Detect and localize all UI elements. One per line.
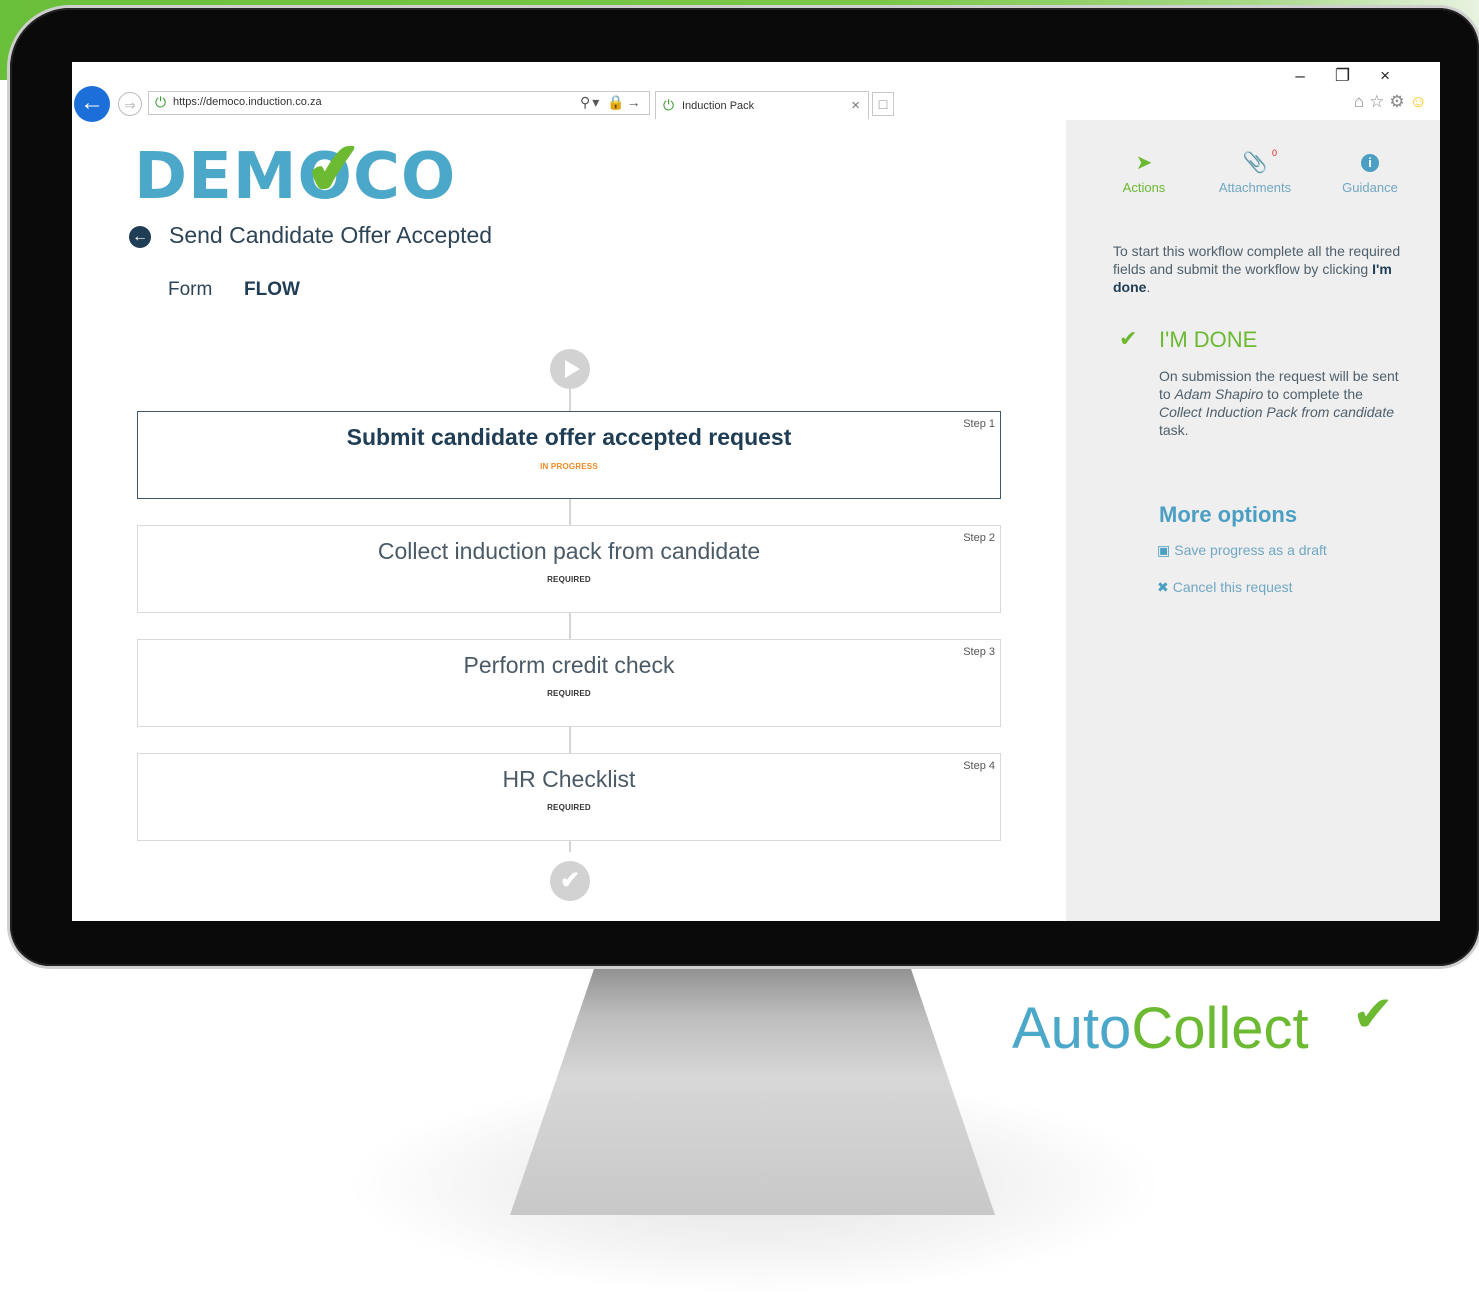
instructions-end: . (1146, 279, 1151, 295)
home-icon[interactable]: ⌂ (1354, 92, 1369, 111)
save-draft-label: Save progress as a draft (1174, 542, 1327, 558)
browser-forward-button[interactable]: ⇒ (118, 92, 142, 116)
assignee-name: Adam Shapiro (1174, 386, 1264, 402)
step-status: IN PROGRESS (540, 462, 598, 471)
step-number: Step 1 (963, 418, 995, 430)
checkmark-icon[interactable]: ✔ (1119, 326, 1137, 352)
tab-flow[interactable]: FLOW (244, 279, 300, 301)
step-status: REQUIRED (547, 575, 591, 584)
paper-plane-icon: ➤ (1135, 152, 1153, 174)
close-tab-icon[interactable]: × (851, 97, 860, 114)
more-options-heading: More options (1159, 502, 1298, 527)
autocollect-logo: AutoCollect (1012, 995, 1309, 1062)
side-panel: ➤ Actions 📎 0 Attachments i Guidance To … (1066, 120, 1440, 921)
step-number: Step 3 (963, 646, 995, 658)
feedback-smiley-icon[interactable]: ☺ (1410, 92, 1432, 111)
step-status: REQUIRED (547, 689, 591, 698)
power-icon: ⏻ (663, 97, 675, 113)
tab-title: Induction Pack (682, 100, 755, 112)
panel-tab-actions[interactable]: ➤ Actions (1099, 150, 1189, 195)
panel-tab-label: Actions (1122, 180, 1166, 195)
flow-step-1[interactable]: Step 1 Submit candidate offer accepted r… (137, 411, 1001, 499)
back-arrow-icon[interactable]: ← (129, 226, 151, 248)
tab-form[interactable]: Form (168, 279, 212, 301)
next-task-name: Collect Induction Pack from candidate (1159, 404, 1395, 420)
brand-collect: Collect (1131, 996, 1309, 1061)
panel-tab-label: Guidance (1342, 180, 1398, 195)
step-number: Step 4 (963, 760, 995, 772)
cancel-request-link[interactable]: ✖ Cancel this request (1157, 579, 1293, 596)
attachments-count-badge: 0 (1272, 148, 1278, 158)
page-title: Send Candidate Offer Accepted (169, 222, 493, 248)
panel-tab-label: Attachments (1218, 180, 1292, 195)
minimize-button[interactable]: – (1295, 66, 1334, 85)
cancel-request-label: Cancel this request (1172, 579, 1293, 595)
browser-chrome: ← ⇒ ⏻ https://democo.induction.co.za ⚲▾ … (72, 62, 1440, 122)
brand-auto: Auto (1012, 996, 1132, 1061)
step-title: Submit candidate offer accepted request (346, 424, 792, 450)
workflow-instructions: To start this workflow complete all the … (1113, 242, 1403, 296)
democo-logo: DEMOCO (134, 140, 457, 214)
new-tab-button[interactable]: □ (872, 92, 894, 116)
panel-tab-attachments[interactable]: 📎 0 Attachments (1210, 148, 1300, 195)
window-controls: –❐× (1295, 66, 1420, 86)
flow-start-play-icon (550, 349, 590, 389)
instructions-text: To start this workflow complete all the … (1113, 243, 1401, 277)
step-number: Step 2 (963, 532, 995, 544)
step-title: HR Checklist (502, 766, 636, 792)
settings-gear-icon[interactable]: ⚙ (1389, 92, 1409, 111)
autocollect-check-icon: ✔ (1352, 986, 1394, 1042)
monitor-screen: ← ⇒ ⏻ https://democo.induction.co.za ⚲▾ … (72, 62, 1440, 921)
address-tools[interactable]: ⚲▾ 🔒→ (580, 94, 643, 111)
step-title: Perform credit check (463, 652, 675, 678)
submission-description: On submission the request will be sent t… (1159, 367, 1409, 439)
address-url: https://democo.induction.co.za (173, 96, 322, 108)
flow-step-3[interactable]: Step 3 Perform credit check REQUIRED (137, 639, 1001, 727)
flow-end-check-icon: ✔ (550, 861, 590, 901)
go-icon[interactable]: → (627, 94, 643, 110)
browser-tab[interactable]: ⏻ Induction Pack × (655, 91, 869, 119)
lock-icon[interactable]: 🔒 (607, 94, 626, 110)
checkmark-logo-icon: ✔ (301, 127, 368, 211)
close-button[interactable]: × (1380, 66, 1420, 85)
power-icon: ⏻ (155, 94, 167, 110)
floppy-disk-icon: ▣ (1157, 542, 1171, 558)
favorites-star-icon[interactable]: ☆ (1369, 92, 1389, 111)
step-title: Collect induction pack from candidate (377, 538, 761, 564)
close-icon: ✖ (1157, 579, 1169, 595)
im-done-button[interactable]: I'M DONE (1159, 327, 1257, 353)
address-bar[interactable]: ⏻ https://democo.induction.co.za (148, 91, 650, 115)
browser-toolbar-icons: ⌂☆⚙☺ (1354, 92, 1432, 112)
restore-button[interactable]: ❐ (1335, 66, 1380, 85)
desc-text: task. (1159, 422, 1189, 438)
info-icon: i (1325, 150, 1415, 174)
flow-step-4[interactable]: Step 4 HR Checklist REQUIRED (137, 753, 1001, 841)
search-icon[interactable]: ⚲ (580, 94, 592, 110)
flow-step-2[interactable]: Step 2 Collect induction pack from candi… (137, 525, 1001, 613)
monitor-stand (510, 966, 995, 1215)
desc-text: to complete the (1263, 386, 1363, 402)
browser-back-button[interactable]: ← (74, 86, 110, 122)
save-draft-link[interactable]: ▣ Save progress as a draft (1157, 542, 1327, 559)
paperclip-icon: 📎 (1242, 152, 1268, 174)
panel-tab-guidance[interactable]: i Guidance (1325, 150, 1415, 195)
step-status: REQUIRED (547, 803, 591, 812)
